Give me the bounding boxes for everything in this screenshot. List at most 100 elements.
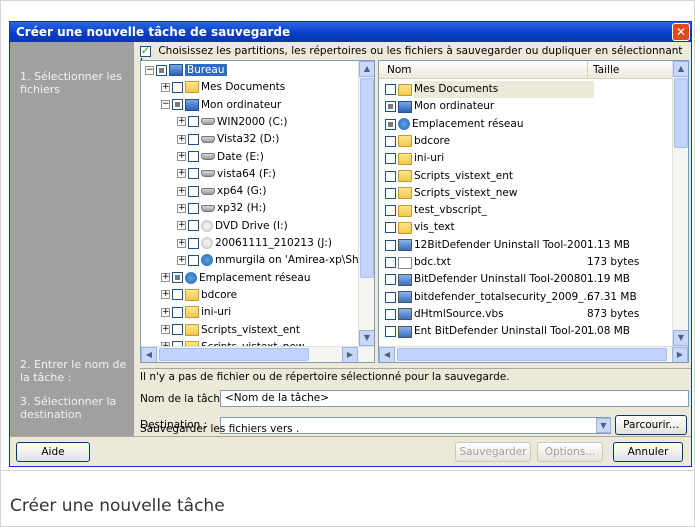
list-item-checkbox[interactable] bbox=[385, 135, 396, 147]
tree-item-checkbox[interactable] bbox=[156, 64, 167, 76]
tree-item[interactable]: + Date (E:) bbox=[177, 149, 264, 166]
tree-item-checkbox[interactable] bbox=[188, 254, 199, 266]
list-item[interactable]: Scripts_vistext_new bbox=[385, 185, 675, 202]
cancel-button[interactable]: Annuler bbox=[613, 442, 683, 462]
list-item-checkbox[interactable] bbox=[385, 326, 396, 338]
scroll-left-icon[interactable]: ◀ bbox=[141, 347, 157, 362]
expand-toggle-icon[interactable]: + bbox=[161, 325, 170, 334]
expand-toggle-icon[interactable]: + bbox=[177, 152, 186, 161]
folder-tree[interactable]: − Bureau + Mes Documents − Mon ordinateur + WIN… bbox=[140, 60, 375, 363]
scroll-thumb[interactable] bbox=[674, 78, 688, 148]
close-button[interactable]: ✕ bbox=[672, 23, 690, 41]
expand-toggle-icon[interactable]: + bbox=[177, 221, 186, 231]
list-item[interactable]: dHtmlSource.vbs 873 bytes bbox=[385, 306, 675, 323]
tree-item[interactable]: +20061111_210213 (J:) bbox=[177, 235, 332, 252]
scroll-right-icon[interactable]: ▶ bbox=[672, 347, 688, 362]
list-item-checkbox[interactable] bbox=[385, 153, 396, 165]
tree-item[interactable]: + bdcore bbox=[161, 287, 237, 304]
tree-horizontal-scrollbar[interactable]: ◀ ▶ bbox=[141, 346, 374, 362]
tree-item[interactable]: + xp32 (H:) bbox=[177, 200, 266, 217]
tree-item-checkbox[interactable] bbox=[172, 306, 183, 318]
expand-toggle-icon[interactable]: + bbox=[177, 134, 186, 144]
tree-item-checkbox[interactable] bbox=[188, 133, 199, 145]
file-list[interactable]: Nom Taille Mes Documents Mon ordinateur Em… bbox=[378, 60, 689, 363]
scroll-thumb[interactable] bbox=[159, 348, 309, 361]
scroll-left-icon[interactable]: ◀ bbox=[379, 347, 395, 362]
list-item-checkbox[interactable] bbox=[385, 257, 396, 268]
list-item-checkbox[interactable] bbox=[385, 101, 396, 113]
help-button[interactable]: Aide bbox=[16, 442, 90, 462]
tree-item[interactable]: + ini-uri bbox=[161, 304, 231, 321]
list-item-checkbox[interactable] bbox=[385, 84, 396, 95]
instruction-checkbox[interactable] bbox=[140, 44, 151, 57]
scroll-right-icon[interactable]: ▶ bbox=[342, 347, 358, 362]
tree-item-checkbox[interactable] bbox=[172, 99, 183, 111]
list-item[interactable]: Ent BitDefender Uninstall Tool-20... 1.08… bbox=[385, 323, 675, 340]
expand-toggle-icon[interactable]: + bbox=[177, 169, 186, 179]
list-item-checkbox[interactable] bbox=[385, 239, 396, 251]
list-item-checkbox[interactable] bbox=[385, 308, 396, 320]
list-item[interactable]: ini-uri bbox=[385, 150, 675, 167]
expand-toggle-icon[interactable]: + bbox=[177, 238, 186, 248]
save-button[interactable]: Sauvegarder bbox=[455, 442, 531, 462]
scroll-down-icon[interactable]: ▼ bbox=[359, 330, 374, 346]
destination-dropdown-icon[interactable]: ▼ bbox=[596, 418, 611, 433]
list-item-checkbox[interactable] bbox=[385, 205, 396, 217]
tree-item-checkbox[interactable] bbox=[172, 324, 183, 335]
list-item[interactable]: bdc.txt 173 bytes bbox=[385, 254, 675, 271]
expand-toggle-icon[interactable]: + bbox=[161, 290, 170, 300]
list-item-checkbox[interactable] bbox=[385, 118, 396, 130]
task-name-input[interactable]: <Nom de la tâche> bbox=[220, 390, 689, 407]
tree-item[interactable]: + xp64 (G:) bbox=[177, 183, 266, 200]
tree-item-checkbox[interactable] bbox=[188, 185, 199, 197]
scroll-down-icon[interactable]: ▼ bbox=[673, 330, 688, 346]
list-item[interactable]: Mon ordinateur bbox=[385, 98, 675, 115]
column-name-header[interactable]: Nom bbox=[387, 61, 412, 79]
scroll-thumb[interactable] bbox=[360, 78, 374, 278]
options-button[interactable]: Options... bbox=[537, 442, 603, 462]
list-item-checkbox[interactable] bbox=[385, 274, 396, 286]
list-item[interactable]: test_vbscript_ bbox=[385, 202, 675, 219]
list-horizontal-scrollbar[interactable]: ◀ ▶ bbox=[379, 346, 688, 362]
tree-item-checkbox[interactable] bbox=[172, 272, 183, 284]
list-item[interactable]: Mes Documents bbox=[385, 81, 675, 98]
expand-toggle-icon[interactable]: + bbox=[161, 307, 170, 317]
tree-item-checkbox[interactable] bbox=[172, 289, 183, 301]
list-item-checkbox[interactable] bbox=[385, 187, 396, 199]
list-item-checkbox[interactable] bbox=[385, 222, 396, 234]
column-size-header[interactable]: Taille bbox=[593, 61, 619, 79]
tree-item-checkbox[interactable] bbox=[188, 168, 199, 180]
list-vertical-scrollbar[interactable]: ▲ ▼ bbox=[672, 61, 688, 346]
tree-item-checkbox[interactable] bbox=[188, 151, 199, 162]
tree-item[interactable]: + Mes Documents bbox=[161, 79, 285, 96]
tree-vertical-scrollbar[interactable]: ▲ ▼ bbox=[358, 61, 374, 346]
tree-item-checkbox[interactable] bbox=[172, 81, 183, 93]
tree-item[interactable]: + WIN2000 (C:) bbox=[177, 114, 287, 131]
expand-toggle-icon[interactable]: − bbox=[161, 100, 170, 110]
expand-toggle-icon[interactable]: + bbox=[177, 203, 186, 213]
tree-item-checkbox[interactable] bbox=[188, 202, 199, 214]
list-item-checkbox[interactable] bbox=[385, 170, 396, 182]
scroll-up-icon[interactable]: ▲ bbox=[673, 61, 688, 77]
expand-toggle-icon[interactable]: + bbox=[177, 255, 186, 265]
tree-item[interactable]: + vista64 (F:) bbox=[177, 166, 276, 183]
tree-item[interactable]: − Bureau bbox=[145, 62, 227, 79]
expand-toggle-icon[interactable]: + bbox=[177, 117, 186, 127]
expand-toggle-icon[interactable]: − bbox=[145, 65, 154, 75]
expand-toggle-icon[interactable]: + bbox=[177, 186, 186, 196]
list-item[interactable]: vis_text bbox=[385, 219, 675, 236]
scroll-thumb[interactable] bbox=[397, 348, 667, 361]
tree-item[interactable]: + Emplacement réseau bbox=[161, 270, 310, 287]
expand-toggle-icon[interactable]: + bbox=[161, 82, 170, 92]
list-item[interactable]: BitDefender Uninstall Tool-20080... 1.19 … bbox=[385, 271, 675, 288]
tree-item[interactable]: + Vista32 (D:) bbox=[177, 131, 279, 148]
expand-toggle-icon[interactable]: + bbox=[161, 273, 170, 283]
tree-item[interactable]: + Scripts_vistext_ent bbox=[161, 322, 300, 339]
tree-item-checkbox[interactable] bbox=[188, 220, 199, 232]
list-item[interactable]: Scripts_vistext_ent bbox=[385, 168, 675, 185]
tree-item[interactable]: − Mon ordinateur bbox=[161, 97, 281, 114]
tree-item[interactable]: + DVD Drive (I:) bbox=[177, 218, 288, 235]
tree-item-checkbox[interactable] bbox=[188, 237, 199, 249]
list-item[interactable]: 12BitDefender Uninstall Tool-200... 1.13 … bbox=[385, 237, 675, 254]
list-item[interactable]: bdcore bbox=[385, 133, 675, 150]
